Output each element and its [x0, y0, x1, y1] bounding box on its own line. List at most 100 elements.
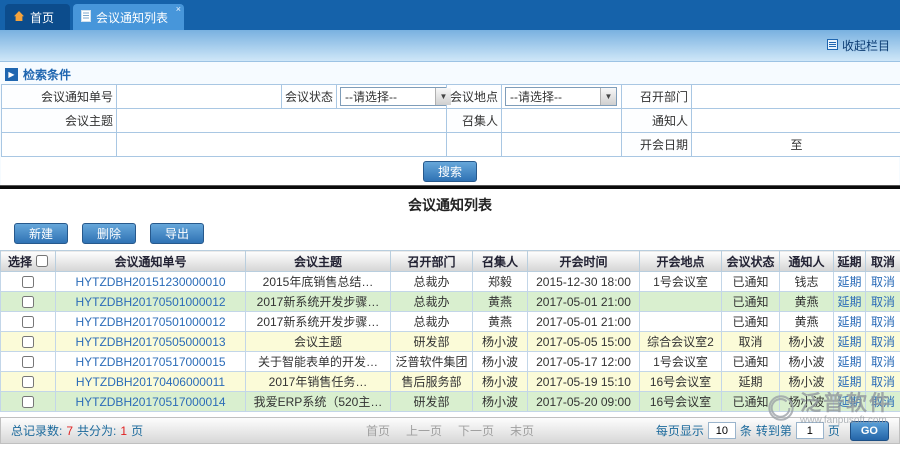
- table-row: HYTZDBH201705010000122017新系统开发步骤…总裁办黄燕20…: [1, 292, 900, 312]
- department: 研发部: [413, 335, 449, 349]
- meeting-table: 选择会议通知单号会议主题召开部门召集人开会时间开会地点会议状态通知人延期取消HY…: [0, 250, 900, 412]
- pages-unit: 页: [131, 422, 143, 439]
- meeting-status: 延期: [738, 375, 762, 389]
- select-all-checkbox[interactable]: [36, 255, 48, 267]
- delay-link[interactable]: 延期: [837, 295, 861, 309]
- collapse-columns-link[interactable]: 收起栏目: [827, 37, 890, 54]
- cancel-link[interactable]: 取消: [871, 295, 895, 309]
- department-input[interactable]: [695, 88, 898, 106]
- close-icon[interactable]: ×: [176, 4, 181, 14]
- search-button[interactable]: 搜索: [423, 161, 477, 182]
- meeting-status-select[interactable]: --请选择-- ▼: [340, 87, 452, 106]
- row-checkbox[interactable]: [22, 336, 34, 348]
- notice-no-link[interactable]: HYTZDBH20170501000012: [75, 295, 225, 309]
- row-checkbox[interactable]: [22, 296, 34, 308]
- meeting-date-to-input[interactable]: [809, 136, 889, 154]
- delay-link[interactable]: 延期: [837, 335, 861, 349]
- department: 总裁办: [413, 315, 449, 329]
- meeting-location: 1号会议室: [653, 275, 708, 289]
- export-button[interactable]: 导出: [150, 223, 204, 244]
- new-button[interactable]: 新建: [14, 223, 68, 244]
- cancel-link[interactable]: 取消: [871, 315, 895, 329]
- row-checkbox[interactable]: [22, 316, 34, 328]
- chevron-down-icon: ▼: [435, 88, 451, 105]
- column-header: 选择: [1, 251, 56, 272]
- delay-link[interactable]: 延期: [837, 315, 861, 329]
- notifier: 黄燕: [794, 315, 818, 329]
- row-checkbox[interactable]: [22, 396, 34, 408]
- delay-link[interactable]: 延期: [837, 375, 861, 389]
- last-page-link[interactable]: 末页: [510, 422, 534, 439]
- cancel-link[interactable]: 取消: [871, 375, 895, 389]
- meeting-location-value: --请选择--: [510, 88, 562, 105]
- delay-link[interactable]: 延期: [837, 275, 861, 289]
- notice-no-link[interactable]: HYTZDBH20170517000014: [75, 395, 225, 409]
- tab-label: 首页: [30, 9, 54, 26]
- per-page-input[interactable]: [708, 422, 736, 439]
- notice-no-label: 会议通知单号: [2, 85, 117, 109]
- meeting-date-from-input[interactable]: [704, 136, 784, 154]
- column-header: 会议状态: [722, 251, 780, 272]
- tab-meeting-list[interactable]: 会议通知列表 ×: [73, 4, 184, 30]
- convener: 杨小波: [482, 335, 518, 349]
- search-section: ▶ 检索条件 会议通知单号 会议状态 --请选择-- ▼ 会议地点: [0, 62, 900, 185]
- select-column-label: 选择: [8, 253, 32, 270]
- tab-home[interactable]: 首页: [5, 4, 70, 30]
- notice-no-link[interactable]: HYTZDBH20170501000012: [75, 315, 225, 329]
- cancel-link[interactable]: 取消: [871, 395, 895, 409]
- page-title: 会议通知列表: [0, 195, 900, 215]
- collapse-label: 收起栏目: [842, 37, 890, 54]
- meeting-status: 已通知: [732, 355, 768, 369]
- section-arrow-icon[interactable]: ▶: [5, 68, 18, 81]
- next-page-link[interactable]: 下一页: [458, 422, 494, 439]
- notice-no-link[interactable]: HYTZDBH20151230000010: [75, 275, 225, 289]
- notifier-input[interactable]: [695, 112, 898, 130]
- empty-cell: [502, 133, 622, 157]
- row-checkbox[interactable]: [22, 276, 34, 288]
- delay-link[interactable]: 延期: [837, 395, 861, 409]
- meeting-status: 已通知: [732, 395, 768, 409]
- meeting-status: 已通知: [732, 315, 768, 329]
- delay-link[interactable]: 延期: [837, 355, 861, 369]
- search-section-title: 检索条件: [23, 66, 71, 83]
- cancel-link[interactable]: 取消: [871, 355, 895, 369]
- meeting-subject: 2015年底销售总结…: [263, 275, 374, 289]
- notice-no-link[interactable]: HYTZDBH20170517000015: [75, 355, 225, 369]
- column-header: 会议通知单号: [56, 251, 246, 272]
- department: 泛普软件集团: [395, 355, 467, 369]
- chevron-down-icon: ▼: [600, 88, 616, 105]
- table-row: HYTZDBH20170517000014我爱ERP系统（520主…研发部杨小波…: [1, 392, 900, 412]
- goto-page-input[interactable]: [796, 422, 824, 439]
- table-header-row: 选择会议通知单号会议主题召开部门召集人开会时间开会地点会议状态通知人延期取消: [1, 251, 900, 272]
- meeting-subject: 2017新系统开发步骤…: [257, 295, 380, 309]
- page-count: 1: [120, 424, 127, 438]
- notifier: 杨小波: [788, 395, 824, 409]
- cancel-link[interactable]: 取消: [871, 335, 895, 349]
- meeting-location: 16号会议室: [650, 395, 711, 409]
- tab-bar: 首页 会议通知列表 ×: [0, 0, 900, 30]
- go-button[interactable]: GO: [850, 421, 889, 441]
- action-buttons: 新建删除导出: [0, 223, 900, 244]
- meeting-location-select[interactable]: --请选择-- ▼: [505, 87, 617, 106]
- meeting-location: 16号会议室: [650, 375, 711, 389]
- row-checkbox[interactable]: [22, 356, 34, 368]
- meeting-notice-no-input[interactable]: [120, 88, 278, 106]
- meeting-notice-app: 首页 会议通知列表 × 收起栏目 ▶ 检索条件: [0, 0, 900, 454]
- cancel-link[interactable]: 取消: [871, 275, 895, 289]
- notice-no-link[interactable]: HYTZDBH20170505000013: [75, 335, 225, 349]
- first-page-link[interactable]: 首页: [366, 422, 390, 439]
- notice-no-link[interactable]: HYTZDBH20170406000011: [76, 375, 225, 389]
- convener: 杨小波: [482, 375, 518, 389]
- meeting-time: 2017-05-20 09:00: [536, 395, 631, 409]
- row-checkbox[interactable]: [22, 376, 34, 388]
- delete-button[interactable]: 删除: [82, 223, 136, 244]
- prev-page-link[interactable]: 上一页: [406, 422, 442, 439]
- convener-input[interactable]: [505, 112, 618, 130]
- meeting-time: 2017-05-01 21:00: [536, 315, 631, 329]
- date-to-label: 至: [790, 136, 802, 153]
- table-row: HYTZDBH20170505000013会议主题研发部杨小波2017-05-0…: [1, 332, 900, 352]
- column-header: 召开部门: [391, 251, 473, 272]
- search-button-row: 搜索: [1, 157, 899, 185]
- meeting-time: 2017-05-19 15:10: [536, 375, 631, 389]
- meeting-subject-input[interactable]: [120, 112, 443, 130]
